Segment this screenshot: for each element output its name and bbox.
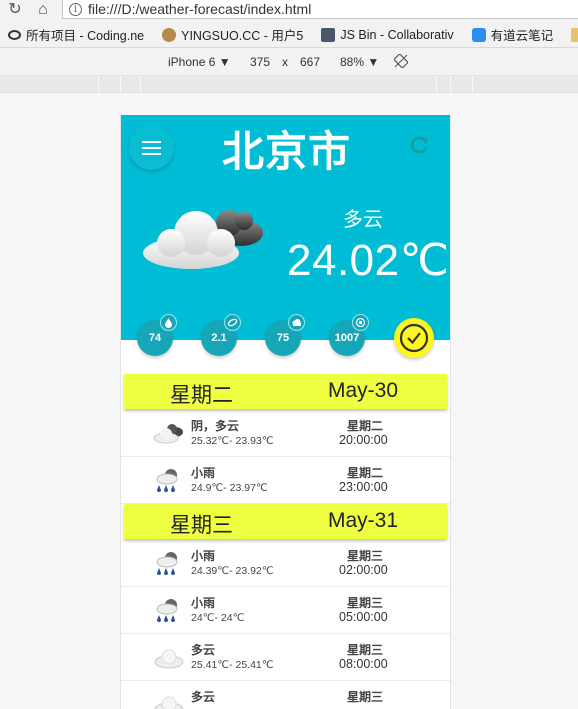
cloud-icon [288,314,305,331]
forecast-weekday: 星期二 [347,419,384,433]
info-icon[interactable]: i [69,2,82,16]
bookmark-youdao[interactable]: 有道云笔记 [471,25,554,44]
cloudiness-stat[interactable]: 75 [265,314,305,356]
avatar-icon [162,27,177,42]
device-toolbar: iPhone 6 ▼ 375 x 667 88% ▼ [0,48,578,76]
partly-cloudy-large-icon [141,201,266,271]
clock-button[interactable] [394,318,434,358]
reload-icon[interactable]: ↻ [4,0,26,20]
refresh-icon[interactable] [408,134,430,156]
current-temperature: 24.02℃ [287,236,450,285]
forecast-weekday: 星期三 [347,643,384,657]
wind-stat[interactable]: 2.1 [201,314,241,356]
wind-leaf-icon [224,314,241,331]
day-header[interactable]: 星期三 May-31 [124,504,447,539]
partly-cloudy-icon [153,691,185,709]
forecast-time: 05:00:00 [339,610,388,624]
day-header[interactable]: 星期二 May-30 [124,374,447,409]
forecast-description: 多云 [191,690,216,704]
forecast-time: 08:00:00 [339,657,388,671]
humidity-value: 74 [148,332,162,344]
forecast-range: 25.32℃- 23.93℃ [191,435,274,447]
forecast-range: 25.41℃- 25.41℃ [191,659,274,671]
rotate-icon[interactable] [393,53,409,71]
forecast-time: 02:00:00 [339,563,388,577]
day-name: 星期二 [170,384,233,407]
pressure-icon [352,314,369,331]
forecast-weekday: 星期三 [347,690,384,704]
bookmark-yingsuo[interactable]: YINGSUO.CC - 用户5 [162,25,303,44]
dropdown-arrow-icon: ▼ [367,54,380,69]
youdao-note-icon [471,27,486,42]
forecast-time: 20:00:00 [339,433,388,447]
dimension-separator: x [282,54,288,69]
humidity-drop-icon [160,314,177,331]
day-date: May-30 [328,379,399,402]
bookmark-folder[interactable]: 前 [571,25,578,44]
jsbin-icon [321,27,336,42]
media-query-ruler [0,76,578,93]
pressure-stat[interactable]: 1007 [329,314,369,356]
clock-check-icon [399,323,429,353]
forecast-description: 小雨 [191,549,216,563]
light-rain-icon [153,467,185,495]
weather-hero: 北京市 多云 24.02℃ [121,115,450,340]
cloudiness-value: 75 [276,332,290,344]
forecast-time: 23:00:00 [339,480,388,494]
forecast-description: 阴，多云 [191,419,240,433]
forecast-item[interactable]: 阴，多云 25.32℃- 23.93℃ 星期二 20:00:00 [121,410,450,457]
device-viewport: 北京市 多云 24.02℃ 74 2.1 75 1007 星期二 May-30 … [120,115,451,709]
bookmark-coding[interactable]: 所有项目 - Coding.ne [8,25,144,44]
humidity-stat[interactable]: 74 [137,314,177,356]
forecast-description: 小雨 [191,466,216,480]
day-name: 星期三 [170,514,233,537]
device-height[interactable]: 667 [300,55,320,69]
light-rain-icon [153,597,185,625]
bookmarks-bar: 所有项目 - Coding.ne YINGSUO.CC - 用户5 JS Bin… [0,22,578,48]
forecast-range: 24.9℃- 23.97℃ [191,482,268,494]
browser-toolbar: ↻ ⌂ i file:///D:/weather-forecast/index.… [0,0,578,22]
forecast-weekday: 星期三 [347,549,384,563]
partly-cloudy-icon [153,644,185,672]
home-icon[interactable]: ⌂ [32,0,54,20]
device-select[interactable]: iPhone 6 ▼ [168,55,231,69]
forecast-item[interactable]: 多云 星期三 [121,681,450,709]
url-text: file:///D:/weather-forecast/index.html [88,1,312,17]
city-title: 北京市 [221,128,351,175]
forecast-item[interactable]: 小雨 24.9℃- 23.97℃ 星期二 23:00:00 [121,457,450,504]
forecast-description: 小雨 [191,596,216,610]
forecast-item[interactable]: 小雨 24℃- 24℃ 星期三 05:00:00 [121,587,450,634]
folder-icon [571,27,578,42]
forecast-weekday: 星期二 [347,466,384,480]
pressure-value: 1007 [334,332,360,344]
device-width[interactable]: 375 [250,55,270,69]
coding-icon [8,29,21,40]
address-bar[interactable]: i file:///D:/weather-forecast/index.html [62,0,578,19]
bookmark-label: 所有项目 - Coding.ne [26,29,145,43]
bookmark-jsbin[interactable]: JS Bin - Collaborativ [321,27,454,42]
forecast-weekday: 星期三 [347,596,384,610]
zoom-select[interactable]: 88% ▼ [340,55,379,69]
forecast-range: 24℃- 24℃ [191,612,245,624]
wind-value: 2.1 [211,332,227,344]
bookmark-label: 有道云笔记 [490,29,554,43]
day-date: May-31 [328,509,399,532]
bookmark-label: JS Bin - Collaborativ [340,27,454,42]
forecast-item[interactable]: 小雨 24.39℃- 23.92℃ 星期三 02:00:00 [121,540,450,587]
forecast-range: 24.39℃- 23.92℃ [191,565,274,577]
cloudy-icon [153,420,185,448]
forecast-description: 多云 [191,643,216,657]
bookmark-label: YINGSUO.CC - 用户5 [181,29,304,43]
forecast-item[interactable]: 多云 25.41℃- 25.41℃ 星期三 08:00:00 [121,634,450,681]
light-rain-icon [153,550,185,578]
dropdown-arrow-icon: ▼ [218,54,231,69]
current-condition: 多云 [343,209,383,231]
